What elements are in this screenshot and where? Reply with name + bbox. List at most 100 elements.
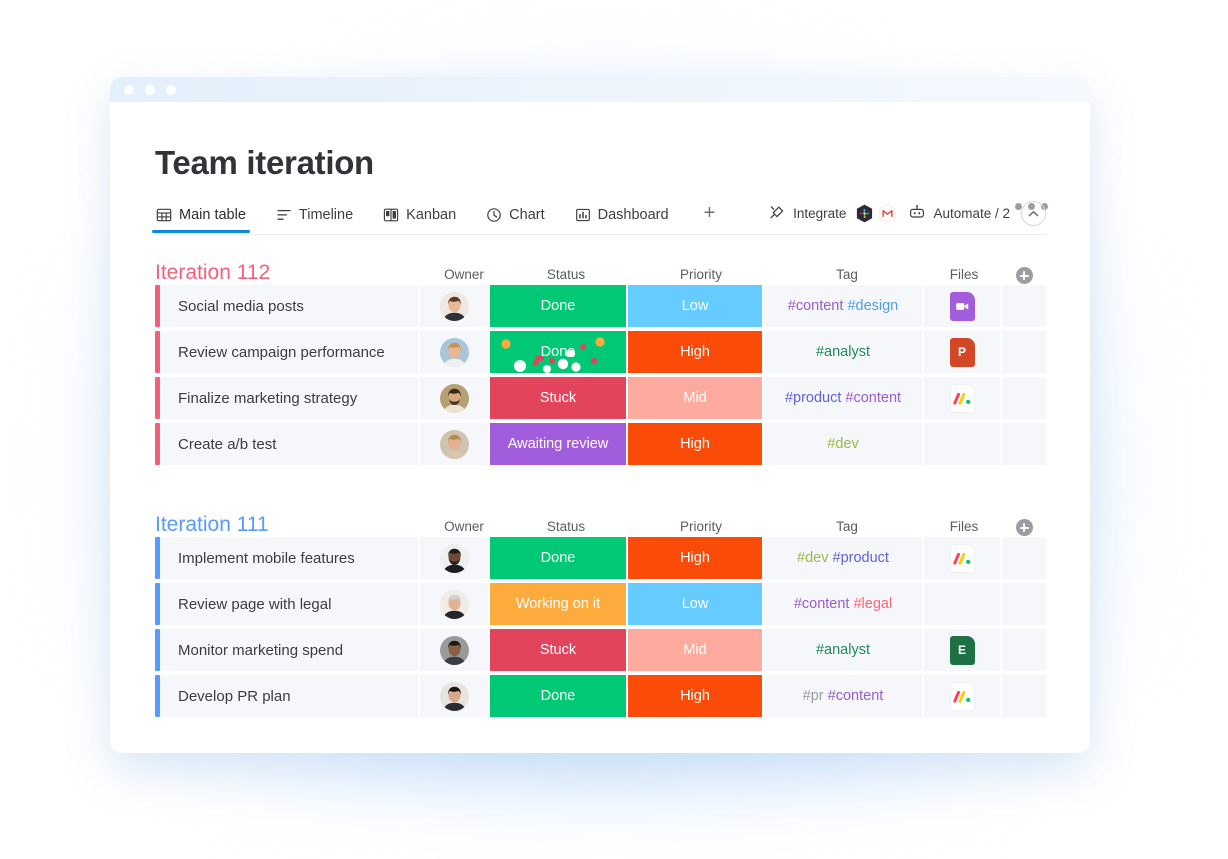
column-header-priority[interactable]: Priority <box>634 267 768 285</box>
status-cell[interactable]: Done <box>490 285 628 327</box>
table-row[interactable]: Implement mobile features Done High #dev #p… <box>155 537 1046 579</box>
status-cell[interactable]: Working on it <box>490 583 628 625</box>
owner-cell[interactable] <box>420 285 490 327</box>
row-name[interactable]: Develop PR plan <box>160 675 420 717</box>
files-cell[interactable] <box>924 583 1002 625</box>
column-header-status[interactable]: Status <box>498 519 634 537</box>
tag-chip[interactable]: #dev <box>827 436 858 452</box>
powerpoint-file-icon[interactable]: P <box>949 337 975 367</box>
tag-cell[interactable]: #analyst <box>764 331 924 373</box>
status-cell[interactable]: Done <box>490 675 628 717</box>
status-cell[interactable]: Done <box>490 331 628 373</box>
files-cell[interactable] <box>924 285 1002 327</box>
row-name[interactable]: Monitor marketing spend <box>160 629 420 671</box>
status-cell[interactable]: Awaiting review <box>490 423 628 465</box>
priority-cell[interactable]: Mid <box>628 377 764 419</box>
files-cell[interactable] <box>924 377 1002 419</box>
table-row[interactable]: Develop PR plan Done High #pr #content <box>155 675 1046 717</box>
priority-cell[interactable]: High <box>628 537 764 579</box>
tag-chip[interactable]: #analyst <box>816 344 870 360</box>
row-name[interactable]: Finalize marketing strategy <box>160 377 420 419</box>
tag-cell[interactable]: #analyst <box>764 629 924 671</box>
tag-chip[interactable]: #content <box>794 596 850 612</box>
column-header-owner[interactable]: Owner <box>430 267 498 285</box>
column-header-tag[interactable]: Tag <box>768 519 926 537</box>
status-cell[interactable]: Stuck <box>490 629 628 671</box>
tab-kanban[interactable]: Kanban <box>382 204 457 232</box>
table-row[interactable]: Review page with legal Working on it Low #c… <box>155 583 1046 625</box>
column-header-tag[interactable]: Tag <box>768 267 926 285</box>
row-name[interactable]: Social media posts <box>160 285 420 327</box>
table-row[interactable]: Social media posts Done Low #content #desig… <box>155 285 1046 327</box>
monday-file-icon[interactable] <box>949 543 975 573</box>
column-header-files[interactable]: Files <box>926 267 1002 285</box>
priority-cell[interactable]: High <box>628 675 764 717</box>
owner-cell[interactable] <box>420 629 490 671</box>
status-cell[interactable]: Stuck <box>490 377 628 419</box>
row-name[interactable]: Review campaign performance <box>160 331 420 373</box>
table-row[interactable]: Create a/b test Awaiting review High #dev <box>155 423 1046 465</box>
table-row[interactable]: Review campaign performance Done High #anal… <box>155 331 1046 373</box>
row-name[interactable]: Review page with legal <box>160 583 420 625</box>
traffic-light-minimize[interactable] <box>145 84 155 95</box>
row-name[interactable]: Create a/b test <box>160 423 420 465</box>
priority-cell[interactable]: Low <box>628 285 764 327</box>
group-title[interactable]: Iteration 111 <box>155 514 269 537</box>
row-extra-cell[interactable] <box>1002 675 1046 717</box>
row-extra-cell[interactable] <box>1002 629 1046 671</box>
row-extra-cell[interactable] <box>1002 331 1046 373</box>
add-column-button[interactable] <box>1002 267 1046 285</box>
files-cell[interactable]: E <box>924 629 1002 671</box>
tag-cell[interactable]: #pr #content <box>764 675 924 717</box>
add-column-button[interactable] <box>1002 519 1046 537</box>
tag-chip[interactable]: #analyst <box>816 642 870 658</box>
tag-cell[interactable]: #dev <box>764 423 924 465</box>
add-view-button[interactable]: + <box>698 203 722 232</box>
priority-cell[interactable]: Mid <box>628 629 764 671</box>
priority-cell[interactable]: Low <box>628 583 764 625</box>
row-name[interactable]: Implement mobile features <box>160 537 420 579</box>
tag-chip[interactable]: #product <box>833 550 889 566</box>
owner-cell[interactable] <box>420 423 490 465</box>
status-cell[interactable]: Done <box>490 537 628 579</box>
integrate-button[interactable]: Integrate <box>769 204 897 224</box>
row-extra-cell[interactable] <box>1002 537 1046 579</box>
owner-cell[interactable] <box>420 377 490 419</box>
priority-cell[interactable]: High <box>628 423 764 465</box>
chevron-up-icon[interactable] <box>1021 201 1046 226</box>
row-extra-cell[interactable] <box>1002 377 1046 419</box>
table-row[interactable]: Monitor marketing spend Stuck Mid #analyst E <box>155 629 1046 671</box>
row-extra-cell[interactable] <box>1002 583 1046 625</box>
column-header-files[interactable]: Files <box>926 519 1002 537</box>
tag-chip[interactable]: #content <box>788 298 844 314</box>
owner-cell[interactable] <box>420 537 490 579</box>
automate-button[interactable]: Automate / 2 <box>908 204 1010 224</box>
table-row[interactable]: Finalize marketing strategy Stuck Mid #prod… <box>155 377 1046 419</box>
tag-cell[interactable]: #content #design <box>764 285 924 327</box>
monday-file-icon[interactable] <box>949 681 975 711</box>
tag-cell[interactable]: #content #legal <box>764 583 924 625</box>
row-extra-cell[interactable] <box>1002 285 1046 327</box>
monday-file-icon[interactable] <box>949 383 975 413</box>
owner-cell[interactable] <box>420 583 490 625</box>
column-header-priority[interactable]: Priority <box>634 519 768 537</box>
files-cell[interactable] <box>924 675 1002 717</box>
gmail-icon[interactable] <box>878 204 897 223</box>
tab-chart[interactable]: Chart <box>485 204 545 232</box>
tag-cell[interactable]: #dev #product <box>764 537 924 579</box>
column-header-owner[interactable]: Owner <box>430 519 498 537</box>
tag-chip[interactable]: #pr <box>803 688 824 704</box>
tag-chip[interactable]: #design <box>847 298 898 314</box>
traffic-light-maximize[interactable] <box>166 84 176 95</box>
tag-cell[interactable]: #product #content <box>764 377 924 419</box>
video-file-icon[interactable] <box>949 291 975 321</box>
traffic-light-close[interactable] <box>124 84 134 95</box>
files-cell[interactable] <box>924 423 1002 465</box>
tab-main-table[interactable]: Main table <box>152 204 250 233</box>
tag-chip[interactable]: #content <box>845 390 901 406</box>
tab-dashboard[interactable]: Dashboard <box>574 204 670 232</box>
column-header-status[interactable]: Status <box>498 267 634 285</box>
excel-file-icon[interactable]: E <box>949 635 975 665</box>
owner-cell[interactable] <box>420 331 490 373</box>
tag-chip[interactable]: #legal <box>853 596 892 612</box>
